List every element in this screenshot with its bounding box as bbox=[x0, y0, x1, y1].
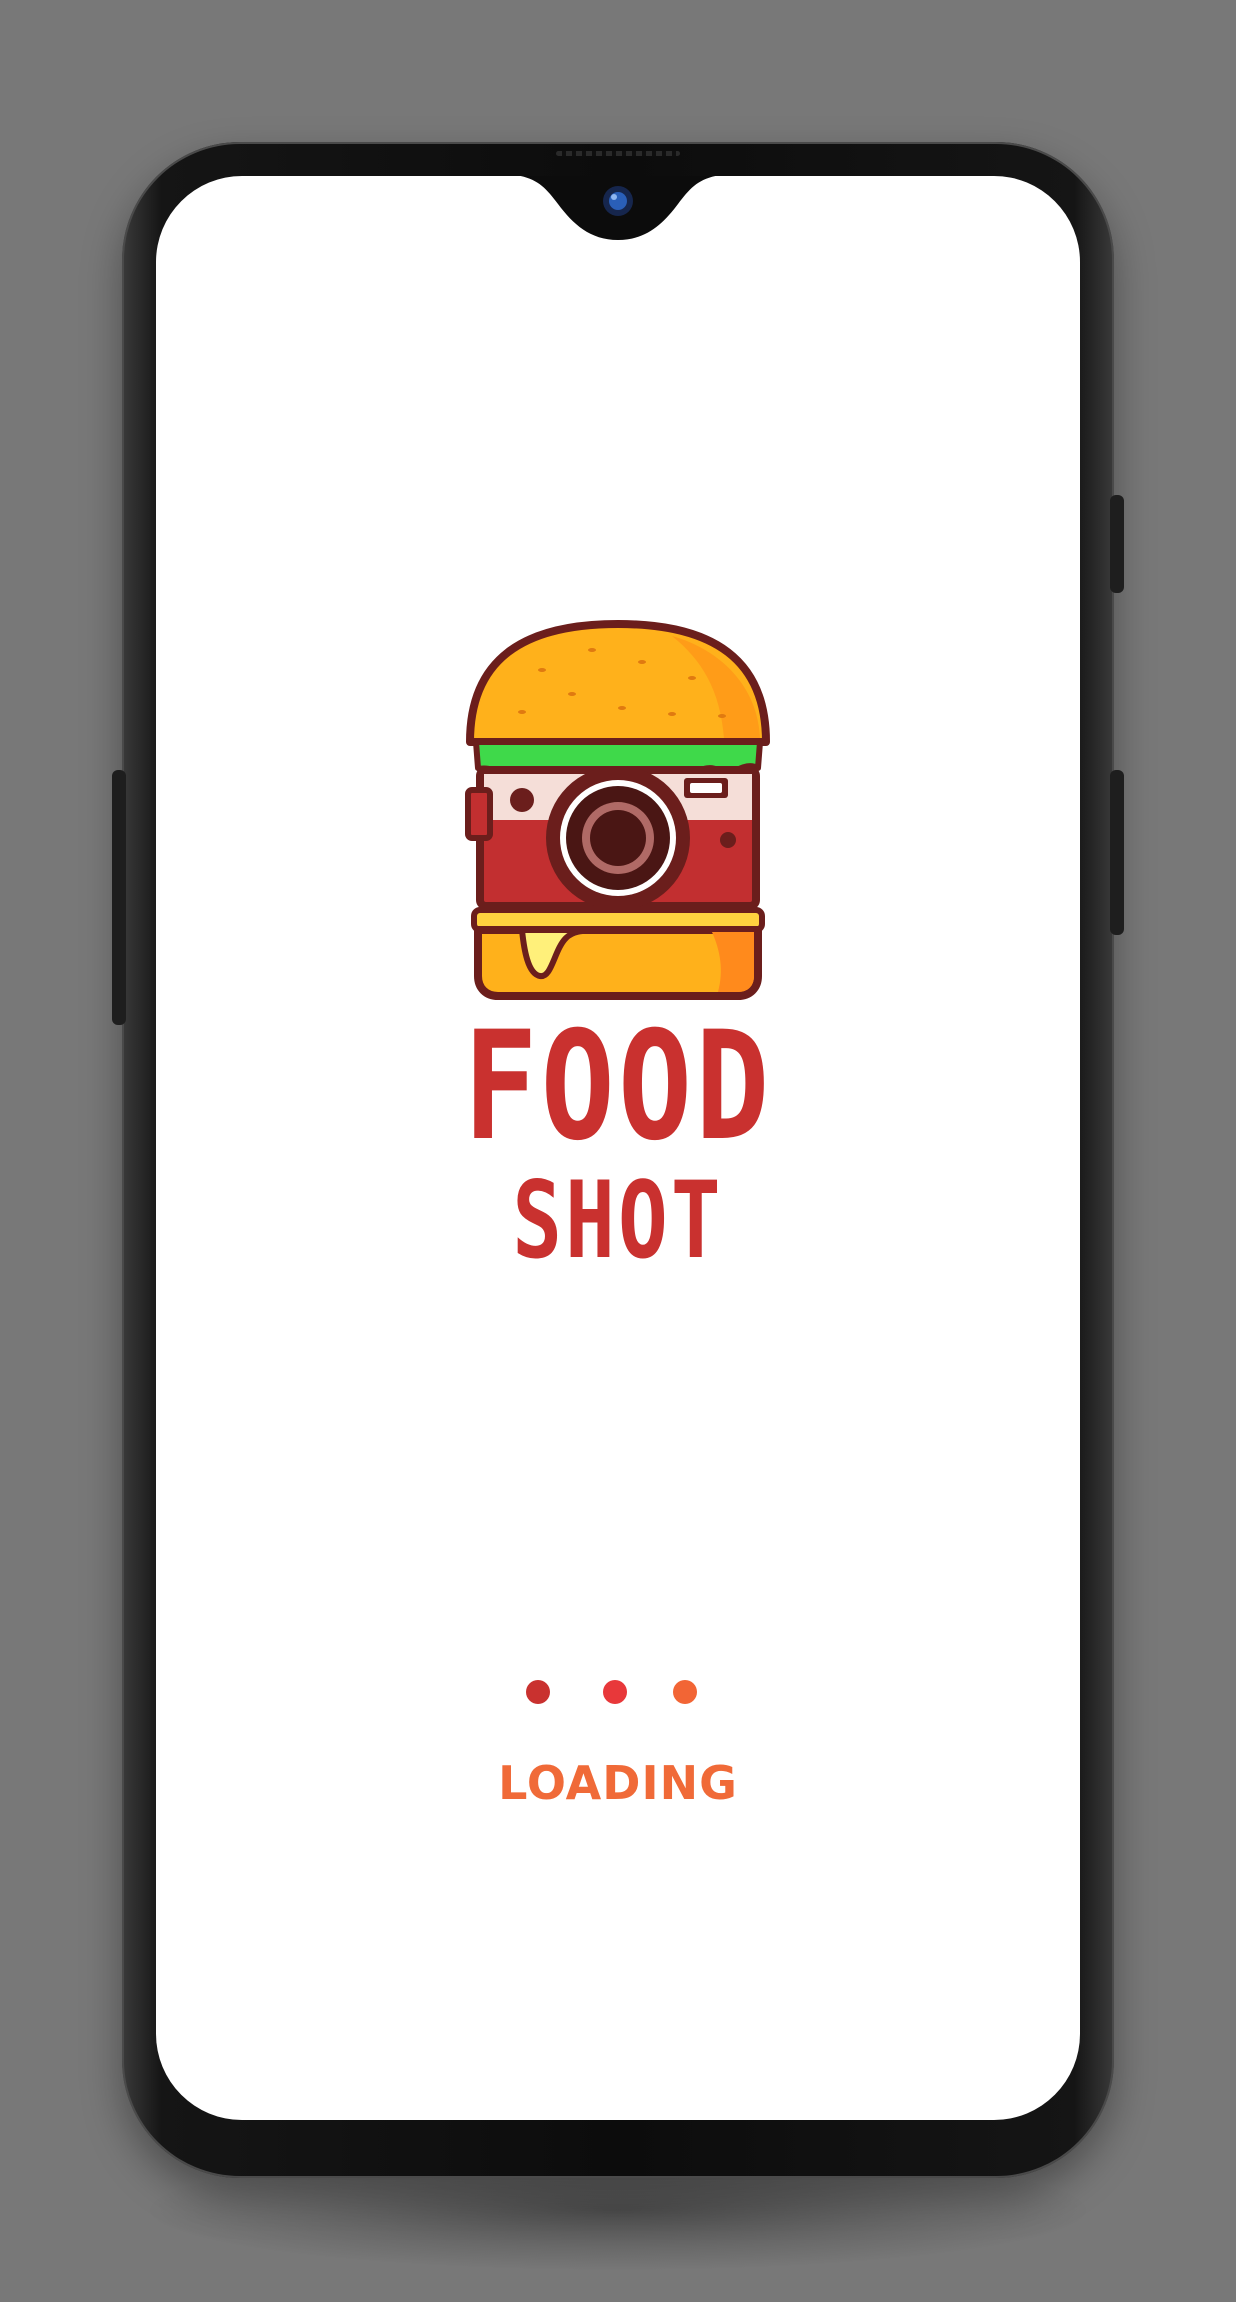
loading-label: LOADING bbox=[498, 1756, 738, 1810]
app-title-shot: SHOT bbox=[512, 1159, 724, 1282]
app-title-food: FOOD bbox=[463, 1000, 773, 1174]
burger-camera-logo-icon bbox=[465, 620, 770, 1000]
loading-dot-2 bbox=[603, 1680, 627, 1704]
loading-dot-3 bbox=[673, 1680, 697, 1704]
loading-dots bbox=[0, 1680, 1236, 1706]
side-key-left bbox=[112, 770, 126, 1025]
earpiece-speaker bbox=[556, 151, 680, 156]
power-button bbox=[1110, 495, 1124, 593]
camera-notch bbox=[520, 176, 716, 240]
volume-button bbox=[1110, 770, 1124, 935]
loading-dot-1 bbox=[526, 1680, 550, 1704]
